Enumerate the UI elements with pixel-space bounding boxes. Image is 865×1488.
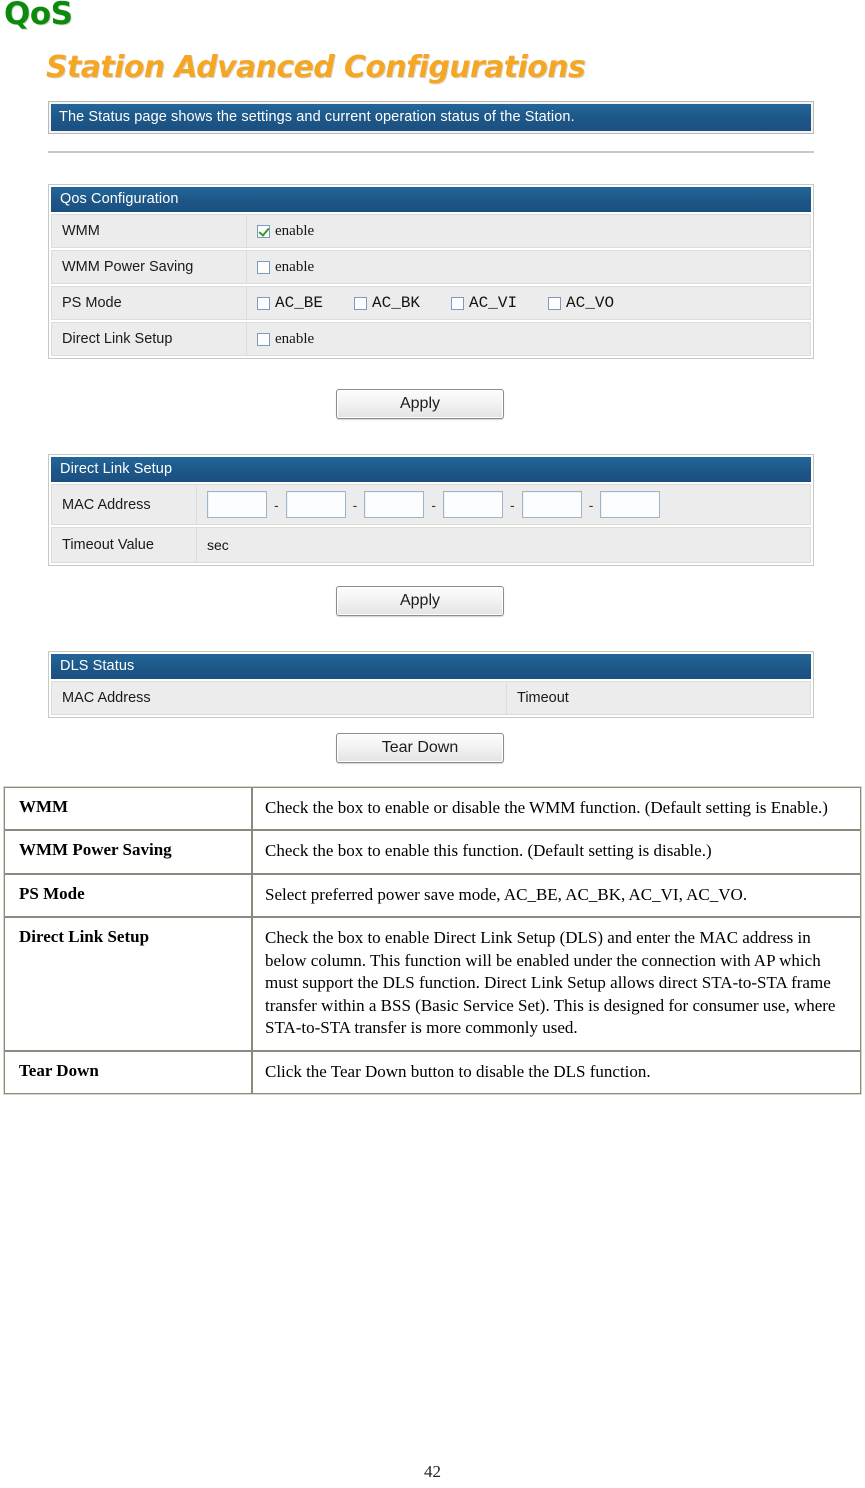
dls-mac-address-value: - - - - - <box>197 484 811 525</box>
description-definition: Check the box to enable Direct Link Setu… <box>252 917 861 1051</box>
qos-section-heading: QoS <box>4 0 73 32</box>
tear-down-button[interactable]: Tear Down <box>336 733 504 763</box>
divider <box>48 151 814 153</box>
ps-mode-option-ac-vo[interactable]: AC_VO <box>548 294 614 312</box>
description-bar-text: The Status page shows the settings and c… <box>51 104 811 131</box>
page-number: 42 <box>424 1462 441 1481</box>
mac-separator-4: - <box>510 496 515 513</box>
page-title: Station Advanced Configurations <box>46 50 586 85</box>
qos-row-wmm-power-saving: WMM Power Saving enable <box>51 248 811 284</box>
mac-octet-6-input[interactable] <box>600 491 661 518</box>
ps-mode-option-ac-bk[interactable]: AC_BK <box>354 294 420 312</box>
qos-row-wmm-label: WMM <box>51 214 247 248</box>
direct-link-setup-enable-checkbox[interactable] <box>257 332 270 346</box>
mac-separator-5: - <box>588 496 594 513</box>
description-term: Tear Down <box>4 1050 252 1094</box>
mac-address-input-group: - - - - - <box>207 491 661 518</box>
direct-link-setup-header: Direct Link Setup <box>51 457 811 482</box>
mac-octet-3-input[interactable] <box>364 491 425 518</box>
description-term: PS Mode <box>4 873 252 918</box>
ac-vo-checkbox[interactable] <box>548 296 562 310</box>
dls-row-timeout-value: Timeout Value sec <box>51 525 811 563</box>
description-definition: Check the box to enable or disable the W… <box>252 787 861 831</box>
wmm-enable-checkbox[interactable] <box>257 224 270 238</box>
wmm-power-saving-enable-label: enable <box>275 258 315 275</box>
mac-octet-1-input[interactable] <box>207 491 267 518</box>
ps-mode-option-ac-vi[interactable]: AC_VI <box>451 294 517 312</box>
description-definition: Select preferred power save mode, AC_BE,… <box>252 873 861 918</box>
qos-row-ps-mode-label: PS Mode <box>51 286 247 320</box>
mac-separator-2: - <box>352 496 358 513</box>
ac-bk-checkbox[interactable] <box>354 296 368 310</box>
mac-octet-4-input[interactable] <box>443 491 504 518</box>
description-definition: Click the Tear Down button to disable th… <box>252 1050 861 1094</box>
qos-row-direct-link-setup-value: enable <box>247 322 811 356</box>
dls-row-mac-address: MAC Address - - - - - <box>51 482 811 525</box>
qos-configuration-panel: Qos Configuration WMM enable WMM Power S… <box>48 184 814 359</box>
dls-status-col-mac-address: MAC Address <box>51 681 507 715</box>
qos-row-wmm-power-saving-value: enable <box>247 250 811 284</box>
qos-row-wmm: WMM enable <box>51 212 811 248</box>
qos-row-direct-link-setup-label: Direct Link Setup <box>51 322 247 356</box>
dls-status-header: DLS Status <box>51 654 811 679</box>
dls-status-panel: DLS Status MAC Address Timeout <box>48 651 814 718</box>
direct-link-setup-panel: Direct Link Setup MAC Address - - - - - <box>48 454 814 566</box>
ac-vi-checkbox[interactable] <box>451 296 465 310</box>
mac-octet-2-input[interactable] <box>285 491 346 518</box>
dls-timeout-value-field[interactable]: sec <box>197 527 811 563</box>
ac-be-checkbox[interactable] <box>257 296 270 310</box>
table-row: WMM Power Saving Check the box to enable… <box>4 830 861 874</box>
mac-octet-5-input[interactable] <box>521 491 582 518</box>
table-row: PS Mode Select preferred power save mode… <box>4 873 861 918</box>
ac-bk-label: AC_BK <box>372 294 421 312</box>
table-row: WMM Check the box to enable or disable t… <box>4 787 861 831</box>
mac-separator-3: - <box>431 496 437 513</box>
mac-separator-1: - <box>274 496 279 513</box>
qos-apply-button[interactable]: Apply <box>336 389 504 419</box>
qos-row-direct-link-setup: Direct Link Setup enable <box>51 320 811 356</box>
qos-row-wmm-power-saving-label: WMM Power Saving <box>51 250 247 284</box>
qos-configuration-header: Qos Configuration <box>51 187 811 212</box>
dls-status-column-headers: MAC Address Timeout <box>51 679 811 715</box>
dls-timeout-unit: sec <box>207 537 229 553</box>
table-row: Tear Down Click the Tear Down button to … <box>4 1050 861 1094</box>
station-advanced-configurations-screenshot: Station Advanced Configurations The Stat… <box>0 44 865 774</box>
ac-vo-label: AC_VO <box>566 294 615 312</box>
description-term: Direct Link Setup <box>4 917 252 1051</box>
description-term: WMM <box>4 787 252 831</box>
qos-row-ps-mode-value: AC_BE AC_BK AC_VI AC_VO <box>247 286 811 320</box>
wmm-enable-label: enable <box>275 222 315 239</box>
dls-timeout-value-label: Timeout Value <box>51 527 197 563</box>
ac-vi-label: AC_VI <box>469 294 518 312</box>
description-term: WMM Power Saving <box>4 830 252 874</box>
table-row: Direct Link Setup Check the box to enabl… <box>4 917 861 1051</box>
qos-row-ps-mode: PS Mode AC_BE AC_BK AC_VI AC_VO <box>51 284 811 320</box>
direct-link-setup-enable-label: enable <box>275 330 315 347</box>
ac-be-label: AC_BE <box>275 294 324 312</box>
dls-mac-address-label: MAC Address <box>51 484 197 525</box>
description-bar: The Status page shows the settings and c… <box>48 101 814 134</box>
field-description-table: WMM Check the box to enable or disable t… <box>3 786 862 1095</box>
dls-status-col-timeout: Timeout <box>507 681 811 715</box>
wmm-power-saving-enable-checkbox[interactable] <box>257 260 270 274</box>
description-definition: Check the box to enable this function. (… <box>252 830 861 874</box>
ps-mode-option-ac-be[interactable]: AC_BE <box>257 294 323 312</box>
dls-apply-button[interactable]: Apply <box>336 586 504 616</box>
qos-row-wmm-value: enable <box>247 214 811 248</box>
